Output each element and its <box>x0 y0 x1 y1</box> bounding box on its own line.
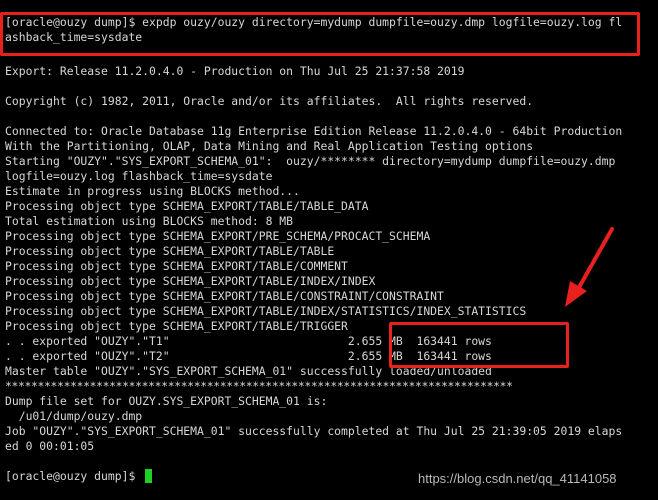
copyright-line: Copyright (c) 1982, 2011, Oracle and/or … <box>5 94 534 108</box>
terminal-cursor[interactable] <box>145 469 152 483</box>
processing-constraint-line: Processing object type SCHEMA_EXPORT/TAB… <box>5 289 444 303</box>
final-prompt: [oracle@ouzy dump]$ <box>5 469 136 483</box>
dump-file-path-line: /u01/dump/ouzy.dmp <box>5 409 143 423</box>
job-completed-line-1: Job "OUZY"."SYS_EXPORT_SCHEMA_01" succes… <box>5 424 623 438</box>
command-highlight-box <box>0 12 640 56</box>
processing-comment-line: Processing object type SCHEMA_EXPORT/TAB… <box>5 259 348 273</box>
red-arrow-icon <box>565 227 614 307</box>
starting-line-1: Starting "OUZY"."SYS_EXPORT_SCHEMA_01": … <box>5 154 616 168</box>
release-line: Export: Release 11.2.0.4.0 - Production … <box>5 64 465 78</box>
watermark-text: https://blog.csdn.net/qq_41141058 <box>418 471 617 486</box>
connected-line-2: With the Partitioning, OLAP, Data Mining… <box>5 139 534 153</box>
estimate-line: Estimate in progress using BLOCKS method… <box>5 184 300 198</box>
starting-line-2: logfile=ouzy.log flashback_time=sysdate <box>5 169 273 183</box>
processing-table-data-line: Processing object type SCHEMA_EXPORT/TAB… <box>5 199 369 213</box>
dump-file-set-line: Dump file set for OUZY.SYS_EXPORT_SCHEMA… <box>5 394 328 408</box>
separator-line: ****************************************… <box>5 379 513 393</box>
processing-index-line: Processing object type SCHEMA_EXPORT/TAB… <box>5 274 376 288</box>
total-estimation-line: Total estimation using BLOCKS method: 8 … <box>5 214 294 228</box>
processing-index-statistics-line: Processing object type SCHEMA_EXPORT/TAB… <box>5 304 527 318</box>
terminal-window[interactable]: [oracle@ouzy dump]$ expdp ouzy/ouzy dire… <box>0 0 658 500</box>
exported-rows-highlight-box <box>389 322 569 368</box>
processing-trigger-line: Processing object type SCHEMA_EXPORT/TAB… <box>5 319 348 333</box>
processing-procact-line: Processing object type SCHEMA_EXPORT/PRE… <box>5 229 431 243</box>
connected-line-1: Connected to: Oracle Database 11g Enterp… <box>5 124 623 138</box>
processing-table-line: Processing object type SCHEMA_EXPORT/TAB… <box>5 244 335 258</box>
job-completed-line-2: ed 0 00:01:05 <box>5 439 95 453</box>
